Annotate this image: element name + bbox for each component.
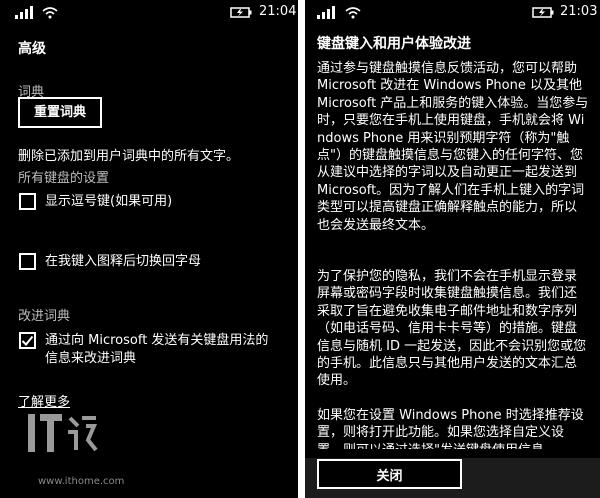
- improve-dictionary-section-label: 改进词典: [18, 309, 71, 324]
- send-keyboard-usage-label-line2: 信息来改进词典: [45, 351, 137, 366]
- wifi-icon: [345, 7, 361, 19]
- status-bar: 21:03: [305, 0, 600, 24]
- close-button[interactable]: 关闭: [317, 459, 462, 489]
- watermark-url: www.ithome.com: [38, 476, 125, 487]
- advanced-settings-screen: 21:04 高级 词典 重置词典 删除已添加到用户词典中的所有文字。 所有键盘的…: [0, 0, 298, 498]
- paragraph-privacy: 为了保护您的隐私，我们不会在手机显示登录屏幕或密码字段时收集键盘触摸信息。我们还…: [317, 269, 587, 389]
- paragraph-intro: 通过参与键盘触摸信息反馈活动，您可以帮助 Microsoft 改进在 Windo…: [317, 61, 589, 233]
- wifi-icon: [42, 7, 58, 19]
- page-title: 高级: [18, 41, 46, 57]
- battery-charging-icon: [532, 7, 554, 18]
- learn-more-link[interactable]: 了解更多: [18, 391, 70, 410]
- paragraph-settings: 如果您在设置 Windows Phone 时选择推荐设置，则将打开此功能。如果您…: [317, 408, 584, 449]
- status-clock: 21:04: [259, 4, 297, 19]
- show-comma-key-label: 显示逗号键(如果可用): [45, 194, 173, 209]
- send-keyboard-usage-label-line1: 通过向 Microsoft 发送有关键盘用法的: [45, 333, 269, 348]
- reset-dictionary-button[interactable]: 重置词典: [18, 97, 102, 128]
- status-clock: 21:03: [560, 4, 598, 19]
- send-keyboard-usage-checkbox[interactable]: [19, 332, 36, 349]
- ithome-logo: [28, 414, 98, 452]
- checkmark-icon: [21, 335, 34, 346]
- signal-strength-icon: [317, 6, 339, 19]
- page-title: 键盘键入和用户体验改进: [317, 36, 471, 52]
- signal-strength-icon: [15, 6, 37, 19]
- battery-charging-icon: [230, 7, 252, 18]
- switch-back-to-letters-checkbox[interactable]: [19, 253, 36, 270]
- show-comma-key-checkbox[interactable]: [19, 193, 36, 210]
- reset-dictionary-description: 删除已添加到用户词典中的所有文字。: [18, 149, 240, 164]
- status-bar: 21:04: [0, 0, 298, 24]
- switch-back-to-letters-label: 在我键入图释后切换回字母: [45, 254, 202, 269]
- keyboard-settings-section-label: 所有键盘的设置: [18, 171, 110, 186]
- keyboard-feedback-info-screen: 21:03 键盘键入和用户体验改进 通过参与键盘触摸信息反馈活动，您可以帮助 M…: [305, 0, 600, 498]
